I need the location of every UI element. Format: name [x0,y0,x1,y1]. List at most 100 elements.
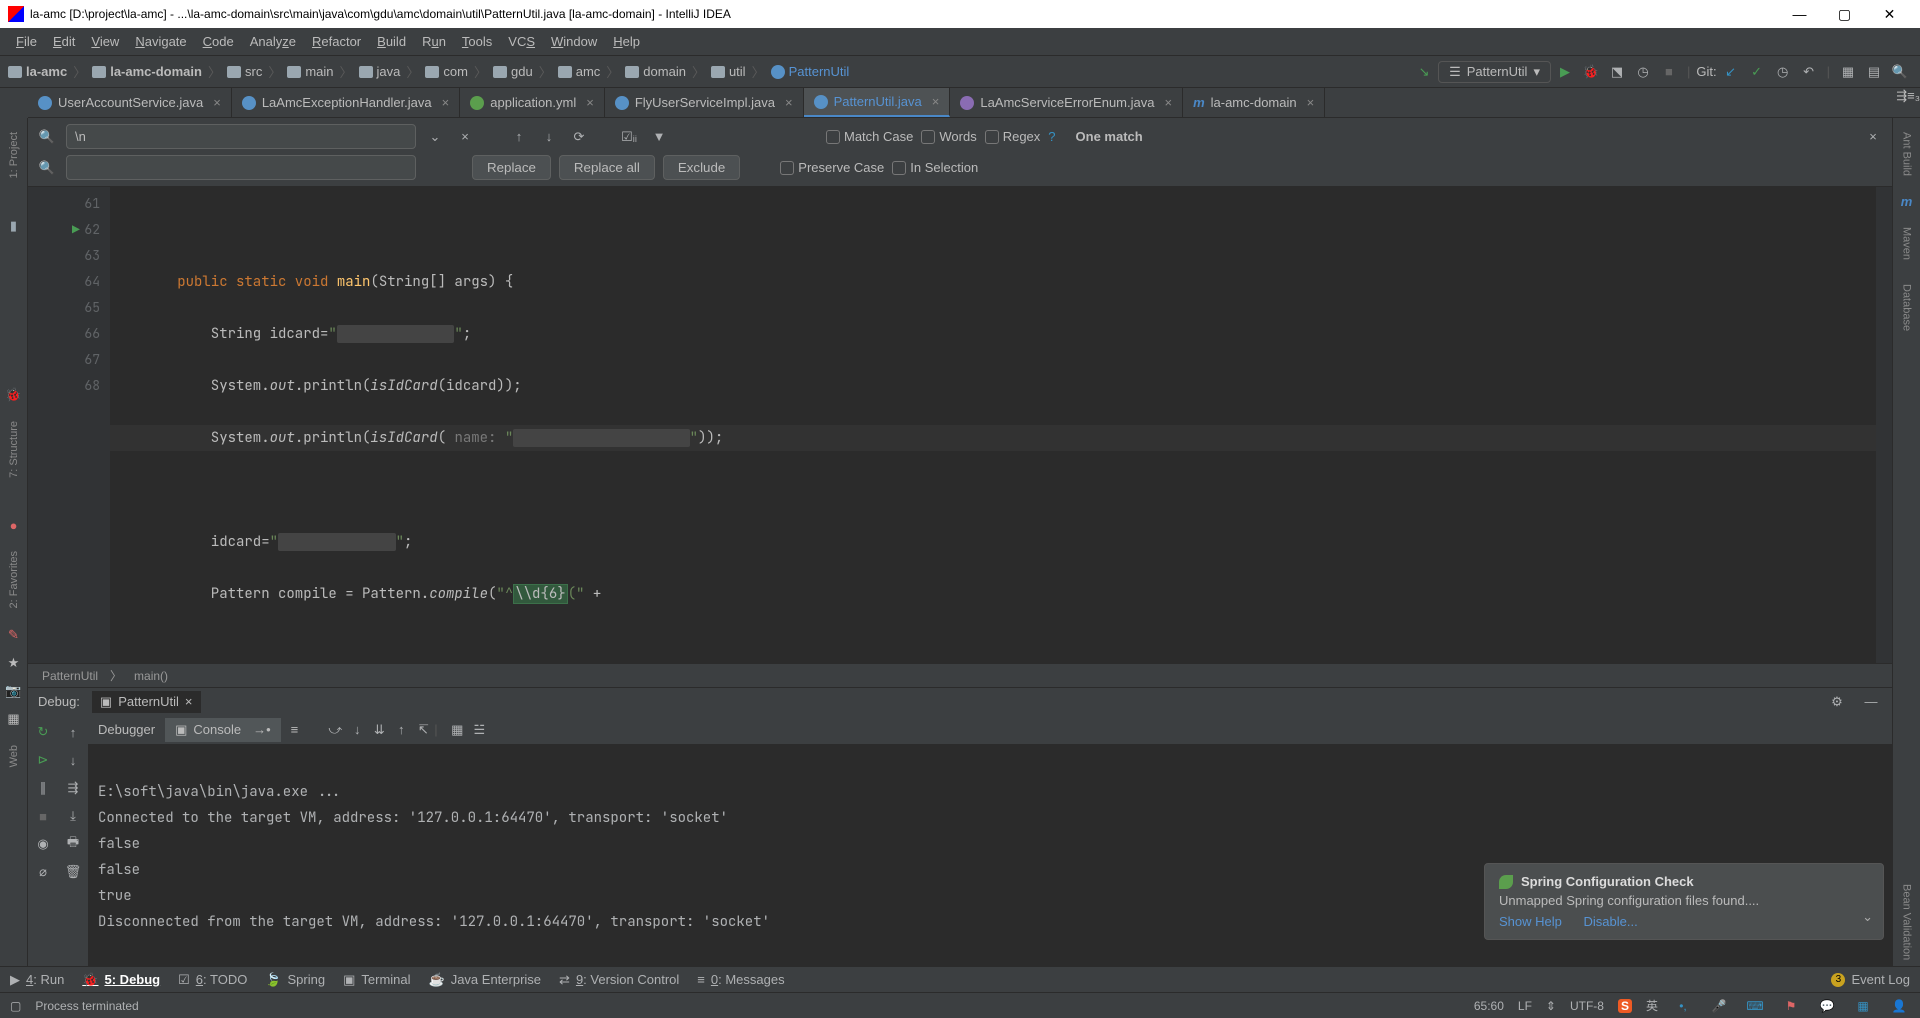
ime-indicator[interactable]: S [1618,999,1632,1013]
breadcrumb[interactable]: la-amc-domain [92,64,202,79]
tw-messages[interactable]: ≡ 0: Messages [697,972,784,987]
maximize-button[interactable]: ▢ [1822,0,1867,28]
drop-frame-icon[interactable]: ↸ [412,719,434,741]
close-button[interactable]: ✕ [1867,0,1912,28]
watch-icon[interactable]: ☱ [468,719,490,741]
breadcrumb[interactable]: gdu [493,64,533,79]
breadcrumb[interactable]: domain [625,64,686,79]
camera-icon[interactable]: 📷 [5,683,21,699]
clear-icon[interactable]: × [454,126,476,148]
step-over-icon[interactable]: ⤻ [324,719,346,741]
replace-button[interactable]: Replace [472,155,551,180]
breadcrumb[interactable]: java [359,64,401,79]
tabs-list-icon[interactable]: ⇶≡₃ [1896,88,1920,117]
project-structure-icon[interactable]: ▦ [1836,60,1860,84]
tool-structure[interactable]: 7: Structure [8,415,20,484]
minimize-button[interactable]: — [1777,0,1822,28]
tw-terminal[interactable]: ▣ Terminal [343,972,410,988]
menu-build[interactable]: Build [369,30,414,53]
match-case-check[interactable]: Match Case [826,129,913,144]
close-icon[interactable]: × [185,694,193,709]
tw-run[interactable]: ▶ 4: Run [10,972,64,988]
pin-icon[interactable]: ✎ [8,627,19,643]
prev-match-icon[interactable]: ↑ [508,126,530,148]
tab-user-account-service[interactable]: UserAccountService.java× [28,88,232,117]
debug-button[interactable]: 🐞 [1579,60,1603,84]
close-icon[interactable]: × [785,95,793,110]
tw-event-log[interactable]: 3 Event Log [1831,972,1910,987]
regex-help-icon[interactable]: ? [1048,129,1055,144]
coverage-button[interactable]: ⬔ [1605,60,1629,84]
tool-bean-validation[interactable]: Bean Validation [1901,878,1913,966]
add-selection-icon[interactable]: ☑ᵢᵢ [618,126,640,148]
threads-icon[interactable]: ≡ [281,718,309,741]
menu-navigate[interactable]: Navigate [127,30,194,53]
debug-session-tab[interactable]: ▣PatternUtil× [92,691,201,713]
down-icon[interactable]: ↓ [60,747,86,773]
tab-error-enum[interactable]: LaAmcServiceErrorEnum.java× [950,88,1183,117]
editor-minimap[interactable] [1876,187,1892,663]
breadcrumb[interactable]: src [227,64,262,79]
crumb-class[interactable]: PatternUtil [42,669,98,683]
menu-help[interactable]: Help [605,30,648,53]
tab-application-yml[interactable]: application.yml× [460,88,605,117]
code-content[interactable]: public static void main(String[] args) {… [110,187,1876,663]
tool-ant[interactable]: Ant Build [1901,126,1913,182]
tray-icon[interactable]: •, [1672,996,1694,1016]
windows-icon[interactable]: ▢ [10,999,21,1013]
ide-settings-icon[interactable]: ▤ [1862,60,1886,84]
up-icon[interactable]: ↑ [60,719,86,745]
resume-icon[interactable]: ⊳ [30,747,56,773]
menu-analyze[interactable]: Analyze [242,30,304,53]
menu-file[interactable]: File [8,30,45,53]
git-pull-icon[interactable]: ↙ [1719,60,1743,84]
menu-edit[interactable]: Edit [45,30,83,53]
breadcrumb[interactable]: main [287,64,333,79]
scroll-end-icon[interactable]: ⤓ [60,803,86,829]
close-icon[interactable]: × [586,95,594,110]
chat-icon[interactable]: 💬 [1816,996,1838,1016]
mic-icon[interactable]: 🎤 [1708,996,1730,1016]
stop-button[interactable]: ■ [1657,60,1681,84]
mute-breakpoints-icon[interactable]: ⌀ [30,859,56,885]
regex-check[interactable]: Regex [985,129,1041,144]
breadcrumb[interactable]: amc [558,64,601,79]
layout-icon[interactable]: ▦ [7,711,19,727]
menu-run[interactable]: Run [414,30,454,53]
breakpoint-icon[interactable]: ● [10,518,18,533]
caret-position[interactable]: 65:60 [1474,999,1504,1013]
tw-debug[interactable]: 🐞 5: Debug [82,972,160,988]
breadcrumb[interactable]: la-amc [8,64,67,79]
run-button[interactable]: ▶ [1553,60,1577,84]
step-out-icon[interactable]: ↑ [390,719,412,741]
notif-disable-link[interactable]: Disable... [1584,914,1638,929]
words-check[interactable]: Words [921,129,976,144]
search-input[interactable] [66,124,416,149]
pause-icon[interactable]: ∥ [30,775,56,801]
next-match-icon[interactable]: ↓ [538,126,560,148]
close-icon[interactable]: × [1164,95,1172,110]
maven-icon[interactable]: m [1901,194,1913,209]
debug-settings-icon[interactable]: ⚙ [1826,691,1848,713]
folder-icon[interactable]: ▮ [10,218,17,234]
close-icon[interactable]: × [932,94,940,109]
evaluate-icon[interactable]: ▦ [446,719,468,741]
tab-exception-handler[interactable]: LaAmcExceptionHandler.java× [232,88,460,117]
tool-favorites[interactable]: 2: Favorites [8,545,20,614]
tool-maven[interactable]: Maven [1901,221,1913,266]
view-breakpoints-icon[interactable]: ◉ [30,831,56,857]
chevron-down-icon[interactable]: ⌄ [1862,909,1873,925]
tw-spring[interactable]: 🍃 Spring [265,972,325,988]
person-icon[interactable]: 👤 [1888,996,1910,1016]
tw-todo[interactable]: ☑ 6: TODO [178,972,247,988]
code-editor[interactable]: 61 62 ▶ 63 64 65 66 67 68 public static … [28,187,1892,663]
tab-pattern-util[interactable]: PatternUtil.java× [804,88,951,117]
encoding[interactable]: UTF-8 [1570,999,1604,1013]
breadcrumb[interactable]: PatternUtil [771,64,850,79]
git-revert-icon[interactable]: ↶ [1797,60,1821,84]
tab-module[interactable]: mla-amc-domain× [1183,88,1325,117]
tw-vcs[interactable]: ⇄ 9: Version Control [559,972,679,988]
stop-icon[interactable]: ■ [30,803,56,829]
tool-web[interactable]: Web [8,739,20,773]
breadcrumb[interactable]: util [711,64,746,79]
